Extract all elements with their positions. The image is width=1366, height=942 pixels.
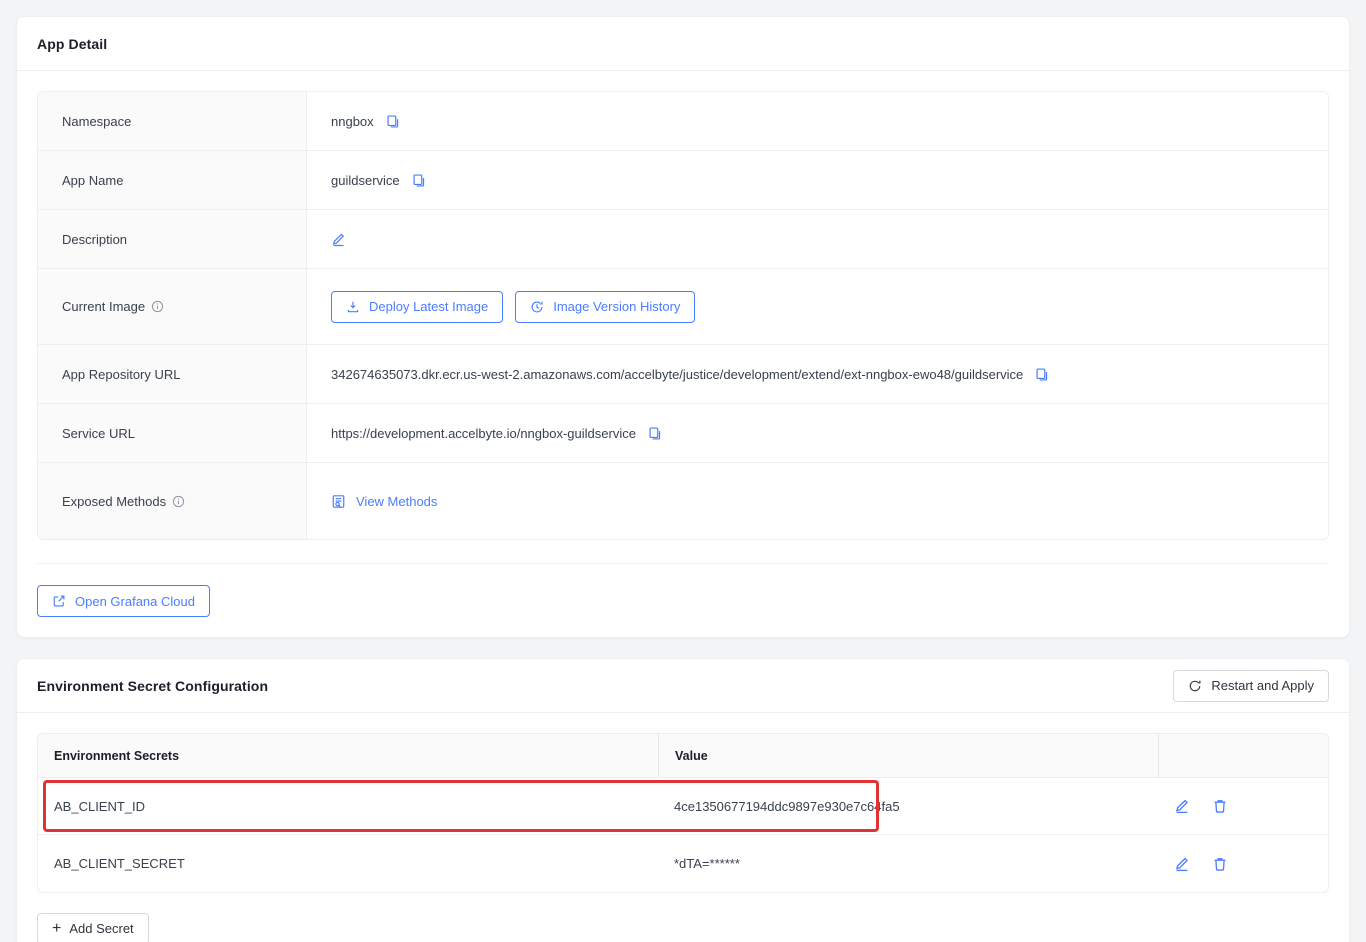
info-icon (151, 300, 164, 313)
detail-label: Exposed Methods (38, 463, 307, 539)
environment-secret-header: Environment Secret Configuration Restart… (17, 659, 1349, 713)
app-repository-url-value: 342674635073.dkr.ecr.us-west-2.amazonaws… (331, 366, 1024, 382)
secrets-table-header: Environment Secrets Value (38, 734, 1328, 778)
restart-and-apply-label: Restart and Apply (1211, 678, 1314, 693)
detail-label: Description (38, 210, 307, 268)
copy-icon[interactable] (386, 114, 401, 129)
secret-name: AB_CLIENT_ID (54, 798, 146, 814)
column-header-environment-secrets: Environment Secrets (54, 748, 180, 763)
detail-label: Namespace (38, 92, 307, 150)
column-header-value: Value (658, 734, 1158, 777)
detail-label-text: App Repository URL (62, 366, 181, 382)
table-row-namespace: Namespace nngbox (38, 92, 1328, 151)
plus-icon: + (52, 919, 62, 937)
secret-value: 4ce1350677194ddc9897e930e7c64fa5 (674, 798, 900, 814)
view-methods-label: View Methods (356, 493, 438, 509)
app-detail-body: Namespace nngbox App Name guildservice D… (17, 71, 1349, 637)
info-icon (172, 495, 185, 508)
detail-label: App Name (38, 151, 307, 209)
table-row-current-image: Current Image Deploy Latest Image Image … (38, 269, 1328, 345)
table-row: AB_CLIENT_SECRET *dTA=****** (38, 835, 1328, 892)
environment-secret-title: Environment Secret Configuration (37, 677, 269, 694)
image-version-history-label: Image Version History (553, 299, 681, 314)
delete-icon[interactable] (1212, 856, 1228, 872)
detail-value: https://development.accelbyte.io/nngbox-… (307, 404, 1328, 462)
deploy-latest-image-button[interactable]: Deploy Latest Image (331, 290, 504, 323)
detail-value: guildservice (307, 151, 1328, 209)
secrets-table: Environment Secrets Value AB_CLIENT_ID 4… (37, 733, 1329, 893)
detail-value (307, 210, 1328, 268)
row-actions (1158, 856, 1328, 872)
detail-label: App Repository URL (38, 345, 307, 403)
app-detail-header: App Detail (17, 17, 1349, 71)
app-detail-card: App Detail Namespace nngbox App Name gui… (16, 16, 1350, 638)
detail-value: nngbox (307, 92, 1328, 150)
open-grafana-cloud-button[interactable]: Open Grafana Cloud (37, 585, 210, 617)
environment-secret-body: Environment Secrets Value AB_CLIENT_ID 4… (17, 713, 1349, 942)
delete-icon[interactable] (1212, 798, 1228, 814)
edit-icon[interactable] (1174, 856, 1190, 872)
add-secret-wrap: + Add Secret (37, 893, 1329, 942)
table-row-exposed-methods: Exposed Methods View Methods (38, 463, 1328, 539)
detail-value: View Methods (307, 463, 1328, 539)
detail-value: Deploy Latest Image Image Version Histor… (307, 269, 1328, 344)
add-secret-button[interactable]: + Add Secret (37, 913, 149, 942)
detail-label-text: Description (62, 231, 128, 247)
table-row-service-url: Service URL https://development.accelbyt… (38, 404, 1328, 463)
table-row-description: Description (38, 210, 1328, 269)
copy-icon[interactable] (648, 426, 663, 441)
app-detail-table: Namespace nngbox App Name guildservice D… (37, 91, 1329, 540)
detail-label-text: Service URL (62, 425, 135, 441)
edit-description-icon[interactable] (331, 232, 346, 247)
detail-label: Service URL (38, 404, 307, 462)
detail-label-text: Current Image (62, 299, 146, 314)
service-url-value: https://development.accelbyte.io/nngbox-… (331, 425, 636, 441)
open-grafana-cloud-label: Open Grafana Cloud (75, 593, 195, 609)
table-row-app-repository-url: App Repository URL 342674635073.dkr.ecr.… (38, 345, 1328, 404)
detail-label: Current Image (38, 269, 307, 344)
table-row-app-name: App Name guildservice (38, 151, 1328, 210)
app-name-value: guildservice (331, 172, 400, 188)
image-version-history-button[interactable]: Image Version History (515, 290, 696, 323)
secret-name: AB_CLIENT_SECRET (54, 856, 185, 871)
copy-icon[interactable] (412, 173, 427, 188)
image-actions: Deploy Latest Image Image Version Histor… (331, 290, 696, 323)
restart-and-apply-button[interactable]: Restart and Apply (1173, 669, 1329, 702)
detail-value: 342674635073.dkr.ecr.us-west-2.amazonaws… (307, 345, 1328, 403)
detail-label-text: Exposed Methods (62, 493, 167, 509)
table-row: AB_CLIENT_ID 4ce1350677194ddc9897e930e7c… (38, 778, 1328, 835)
page-title: App Detail (37, 35, 108, 52)
secret-value: *dTA=****** (674, 856, 740, 871)
grafana-wrap: Open Grafana Cloud (37, 564, 1329, 617)
add-secret-label: Add Secret (69, 921, 134, 936)
column-header-actions (1158, 734, 1328, 777)
environment-secret-card: Environment Secret Configuration Restart… (16, 658, 1350, 942)
deploy-latest-image-label: Deploy Latest Image (369, 299, 489, 314)
namespace-value: nngbox (331, 113, 374, 129)
detail-label-text: Namespace (62, 113, 132, 129)
edit-icon[interactable] (1174, 798, 1190, 814)
detail-label-text: App Name (62, 172, 124, 188)
row-actions (1158, 798, 1328, 814)
view-methods-button[interactable]: View Methods (331, 494, 437, 509)
copy-icon[interactable] (1035, 367, 1050, 382)
page-root: App Detail Namespace nngbox App Name gui… (0, 0, 1366, 942)
